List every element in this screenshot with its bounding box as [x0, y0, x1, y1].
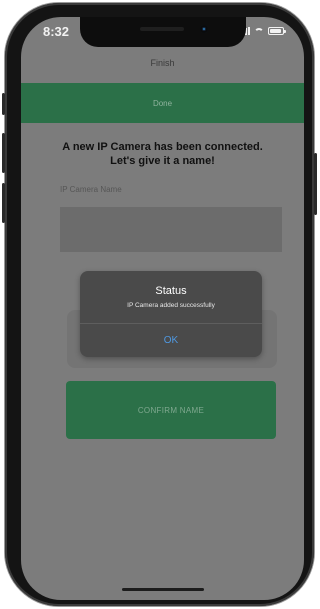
heading-line-1: A new IP Camera has been connected. [62, 141, 263, 153]
notch [80, 17, 246, 47]
front-camera-icon [200, 25, 208, 33]
home-indicator[interactable] [122, 588, 204, 591]
volume-up-button [2, 133, 5, 173]
status-time: 8:32 [43, 24, 70, 39]
camera-name-input[interactable] [60, 207, 282, 252]
wifi-icon [254, 28, 264, 35]
nav-title: Finish [150, 58, 175, 68]
done-button[interactable]: Done [21, 83, 304, 123]
alert-message: IP Camera added successfully [127, 302, 215, 309]
alert-ok-button[interactable]: OK [80, 324, 262, 357]
silent-switch [2, 93, 5, 115]
speaker-grille [140, 27, 184, 31]
screen: 8:32 Finish Done A new IP Camera has bee… [21, 17, 304, 600]
alert-title: Status [155, 285, 187, 297]
page-heading: A new IP Camera has been connected. Let'… [35, 140, 290, 168]
confirm-name-button[interactable]: CONFIRM NAME [66, 381, 276, 439]
camera-name-label: IP Camera Name [60, 185, 122, 194]
heading-line-2: Let's give it a name! [110, 155, 215, 167]
status-alert-dialog: Status IP Camera added successfully OK [80, 271, 262, 357]
volume-down-button [2, 183, 5, 223]
power-button [314, 153, 317, 215]
phone-frame: 8:32 Finish Done A new IP Camera has bee… [2, 3, 317, 606]
battery-icon [268, 27, 286, 35]
